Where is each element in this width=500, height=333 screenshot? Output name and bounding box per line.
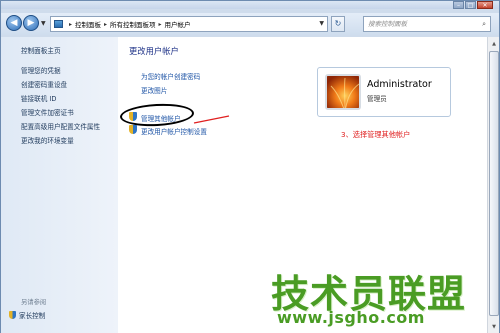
highlight-circle xyxy=(119,102,195,128)
account-role: 管理员 xyxy=(367,95,387,103)
vertical-scrollbar[interactable]: ▲ ▼ xyxy=(487,37,499,333)
account-name: Administrator xyxy=(367,79,432,90)
see-also-heading: 另请参阅 xyxy=(21,299,47,306)
search-input[interactable]: 搜索控制面板 ⌕ xyxy=(363,16,491,32)
control-panel-icon xyxy=(54,20,63,28)
shield-icon xyxy=(129,125,137,134)
change-picture-link[interactable]: 更改图片 xyxy=(141,85,167,95)
scrollbar-thumb[interactable] xyxy=(489,51,499,316)
chevron-down-icon[interactable]: ▼ xyxy=(319,20,324,27)
sidebar-item-manage-credentials[interactable]: 管理您的凭据 xyxy=(21,65,61,75)
refresh-button[interactable]: ↻ xyxy=(331,16,345,32)
breadcrumb-separator-icon: ▸ xyxy=(104,20,108,28)
sidebar-item-home[interactable]: 控制面板主页 xyxy=(21,45,61,55)
breadcrumb-item[interactable]: 所有控制面板项 xyxy=(110,19,156,29)
navigation-bar: ◀ ▶ ▼ ▸ 控制面板 ▸ 所有控制面板项 ▸ 用户帐户 ▼ ↻ 搜索控制面板… xyxy=(1,13,499,35)
scroll-down-icon[interactable]: ▼ xyxy=(489,322,499,332)
window-controls: – □ ✕ xyxy=(453,1,493,9)
sidebar: 控制面板主页 管理您的凭据 创建密码重设盘 链接联机 ID 管理文件加密证书 配… xyxy=(1,37,118,333)
annotation-arrow xyxy=(193,115,230,124)
family-safety-label: 家长控制 xyxy=(19,312,46,320)
breadcrumb-item[interactable]: 控制面板 xyxy=(75,19,101,29)
step-annotation: 3、选择管理其他帐户 xyxy=(341,130,411,139)
watermark-url: www.jsgho.com xyxy=(277,308,425,327)
scroll-up-icon[interactable]: ▲ xyxy=(489,39,499,49)
back-arrow-icon: ◀ xyxy=(10,18,18,28)
close-button[interactable]: ✕ xyxy=(477,1,493,9)
forward-button[interactable]: ▶ xyxy=(23,15,39,31)
search-placeholder: 搜索控制面板 xyxy=(368,20,407,28)
breadcrumb-separator-icon: ▸ xyxy=(69,20,73,28)
sidebar-item-profile-properties[interactable]: 配置高级用户配置文件属性 xyxy=(21,121,100,131)
avatar xyxy=(325,74,361,110)
refresh-icon: ↻ xyxy=(334,19,342,28)
search-icon[interactable]: ⌕ xyxy=(482,17,486,31)
minimize-button[interactable]: – xyxy=(453,1,464,9)
recent-pages-dropdown[interactable]: ▼ xyxy=(41,20,46,27)
address-bar[interactable]: ▸ 控制面板 ▸ 所有控制面板项 ▸ 用户帐户 ▼ xyxy=(50,16,328,32)
page-title: 更改用户帐户 xyxy=(129,46,179,56)
sidebar-item-env-variables[interactable]: 更改我的环境变量 xyxy=(21,135,74,145)
account-card: Administrator 管理员 xyxy=(317,67,451,117)
back-button[interactable]: ◀ xyxy=(6,15,22,31)
breadcrumb-separator-icon: ▸ xyxy=(158,20,162,28)
chevron-down-icon: ▼ xyxy=(41,20,46,27)
shield-icon xyxy=(9,311,16,319)
create-password-link[interactable]: 为您的帐户创建密码 xyxy=(141,71,200,81)
maximize-button[interactable]: □ xyxy=(465,1,476,9)
sidebar-item-file-encryption[interactable]: 管理文件加密证书 xyxy=(21,107,74,117)
sidebar-item-create-reset-disk[interactable]: 创建密码重设盘 xyxy=(21,79,67,89)
sidebar-item-family-safety[interactable]: 家长控制 xyxy=(9,310,45,320)
forward-arrow-icon: ▶ xyxy=(27,18,35,28)
sidebar-item-link-online-id[interactable]: 链接联机 ID xyxy=(21,93,57,103)
title-bar: – □ ✕ xyxy=(1,1,499,9)
control-panel-window: – □ ✕ ◀ ▶ ▼ ▸ 控制面板 ▸ 所有控制面板项 ▸ 用户帐户 ▼ ↻ … xyxy=(0,0,500,333)
breadcrumb-item[interactable]: 用户帐户 xyxy=(165,19,191,29)
